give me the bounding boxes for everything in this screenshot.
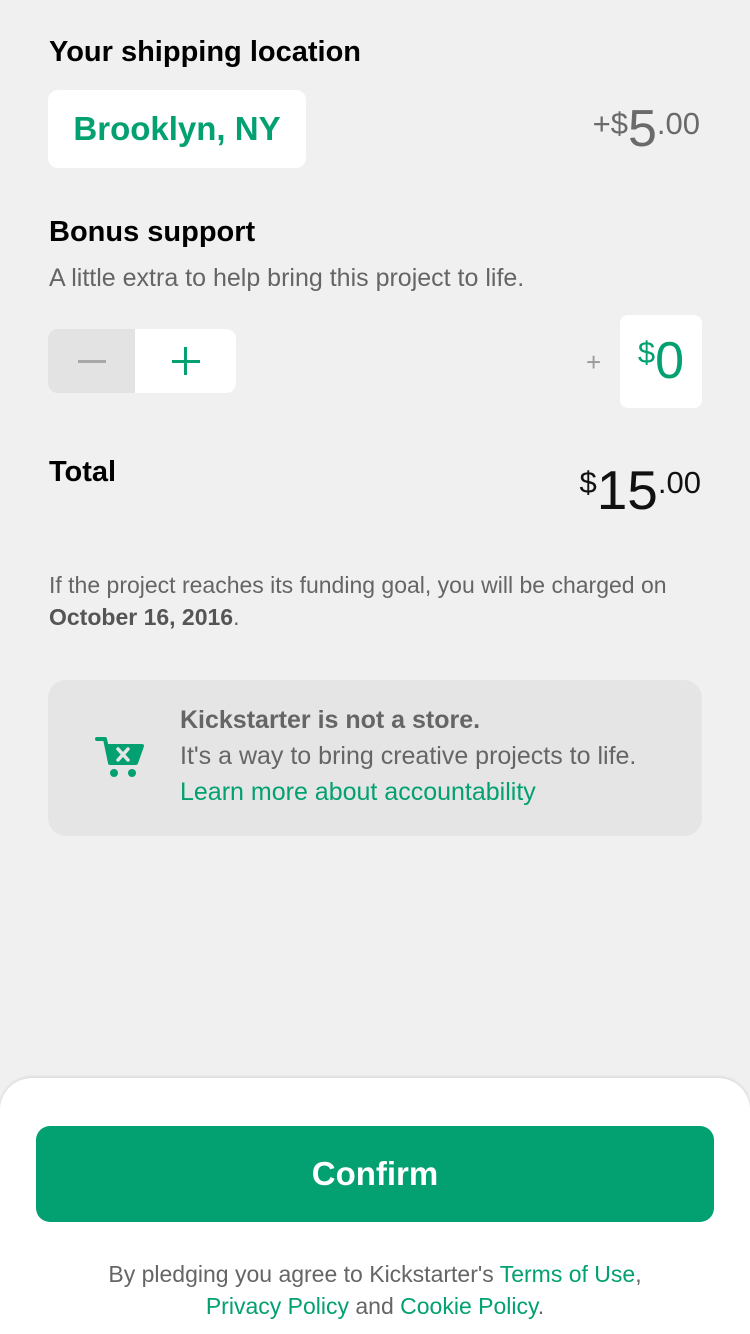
- bonus-amount-field[interactable]: $ 0: [620, 315, 702, 408]
- cookie-link[interactable]: Cookie Policy: [400, 1293, 538, 1319]
- notice-text: Kickstarter is not a store. It's a way t…: [180, 702, 680, 810]
- bottom-sheet: Confirm By pledging you agree to Kicksta…: [0, 1078, 750, 1334]
- total-amount: $ 15 .00: [579, 460, 701, 520]
- shipping-location-button[interactable]: Brooklyn, NY: [48, 90, 306, 168]
- total-symbol: $: [579, 465, 597, 500]
- notice-body: It's a way to bring creative projects to…: [180, 742, 637, 770]
- bonus-stepper: [48, 329, 236, 393]
- bonus-amount-symbol: $: [637, 335, 656, 370]
- minus-icon: [77, 359, 106, 363]
- shipping-cost-prefix: +$: [592, 106, 628, 141]
- accountability-link[interactable]: Learn more about accountability: [180, 778, 536, 806]
- terms-link[interactable]: Terms of Use: [500, 1261, 635, 1287]
- not-a-store-notice: Kickstarter is not a store. It's a way t…: [48, 680, 702, 836]
- bonus-amount-value: 0: [655, 332, 685, 390]
- shipping-cost-cents: .00: [656, 106, 700, 141]
- shipping-title: Your shipping location: [49, 36, 362, 68]
- confirm-button[interactable]: Confirm: [36, 1126, 714, 1222]
- shopping-cart-icon: [95, 737, 144, 777]
- legal-text: By pledging you agree to Kickstarter's T…: [75, 1258, 675, 1322]
- shipping-cost-whole: 5: [627, 100, 657, 158]
- increment-button[interactable]: [135, 329, 236, 393]
- decrement-button[interactable]: [48, 329, 135, 393]
- total-label: Total: [49, 456, 117, 488]
- charge-note-text: If the project reaches its funding goal,…: [49, 572, 667, 598]
- bonus-subtitle: A little extra to help bring this projec…: [49, 264, 525, 292]
- total-cents: .00: [657, 465, 701, 500]
- pledge-screen: Your shipping location Brooklyn, NY +$ 5…: [0, 0, 750, 1334]
- bonus-plus-sign: +: [586, 347, 602, 377]
- total-whole: 15: [596, 459, 658, 521]
- shipping-cost: +$ 5 .00: [593, 100, 700, 158]
- charge-note: If the project reaches its funding goal,…: [49, 569, 689, 633]
- notice-heading: Kickstarter is not a store.: [180, 706, 481, 734]
- charge-date: October 16, 2016: [49, 604, 234, 630]
- legal-end: .: [537, 1293, 545, 1319]
- charge-note-end: .: [233, 604, 240, 630]
- legal-comma: ,: [635, 1261, 642, 1287]
- legal-prefix: By pledging you agree to Kickstarter's: [108, 1261, 500, 1287]
- legal-and: and: [348, 1293, 401, 1319]
- privacy-link[interactable]: Privacy Policy: [206, 1293, 349, 1319]
- bonus-title: Bonus support: [49, 216, 256, 248]
- plus-icon: [171, 347, 200, 375]
